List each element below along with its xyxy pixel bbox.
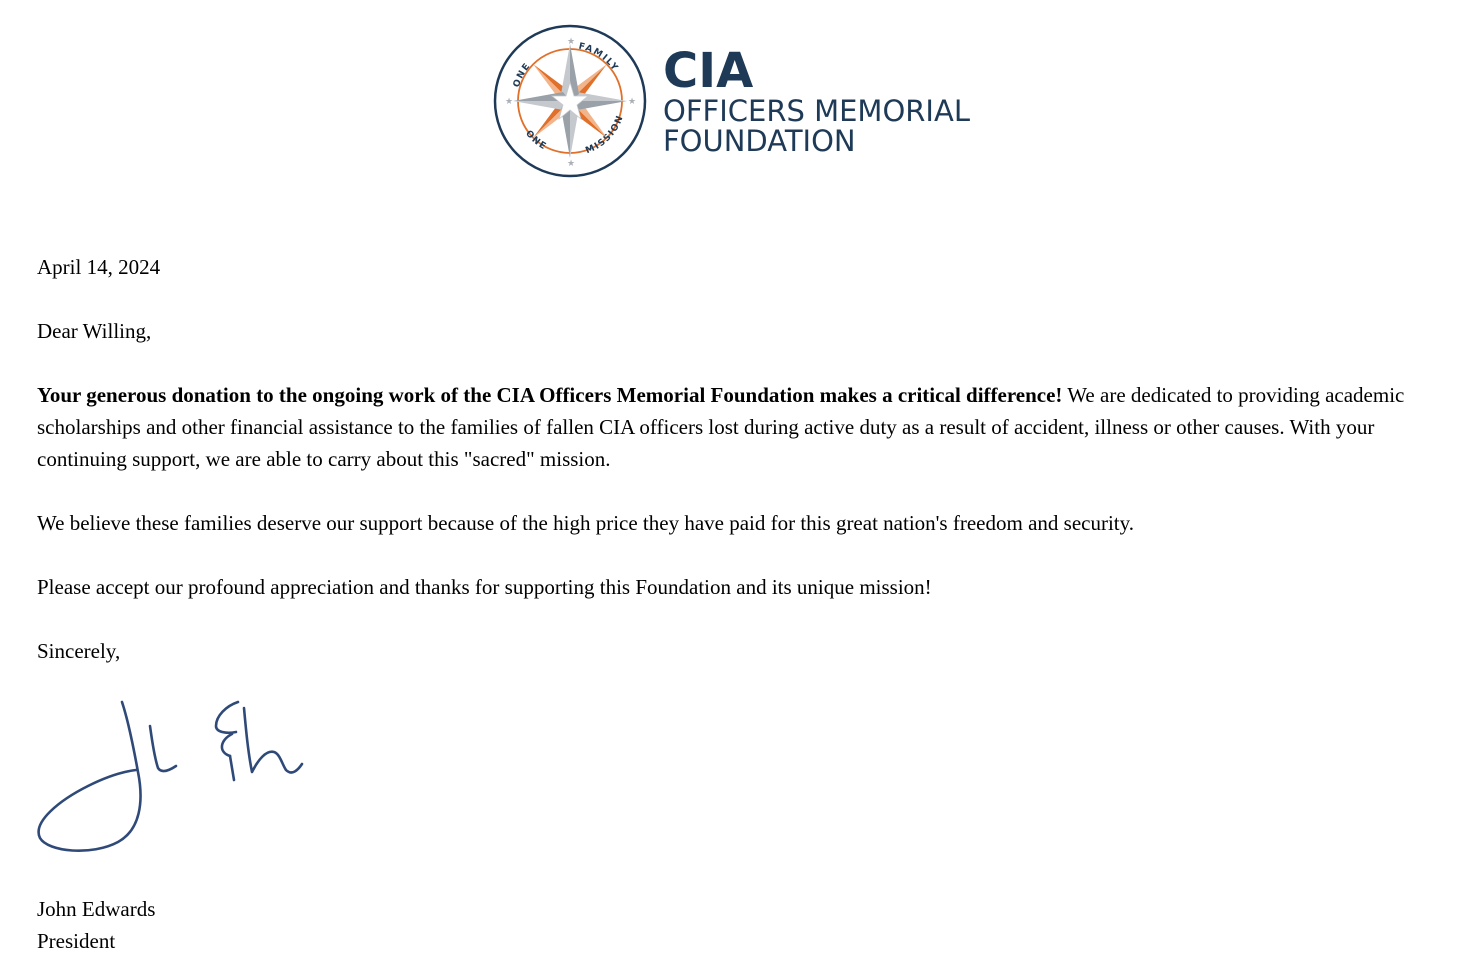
paragraph-donation-impact: Your generous donation to the ongoing wo… (37, 379, 1432, 475)
svg-text:★: ★ (567, 159, 575, 169)
signer-title: President (37, 929, 116, 953)
svg-text:★: ★ (567, 37, 575, 47)
paragraph-lead-sentence: Your generous donation to the ongoing wo… (37, 383, 1063, 407)
svg-text:★: ★ (505, 97, 513, 107)
organization-short-name: CIA (663, 43, 754, 99)
letter-closing: Sincerely, (37, 639, 121, 663)
salutation: Dear Willing, (37, 319, 152, 343)
paragraph-appreciation: Please accept our profound appreciation … (37, 575, 932, 599)
svg-text:FAMILY: FAMILY (578, 42, 621, 74)
foundation-seal-logo: ONE FAMILY ONE MISSION ★ ★ ★ ★ (493, 24, 647, 178)
svg-text:ONE: ONE (512, 61, 533, 89)
letterhead: ONE FAMILY ONE MISSION ★ ★ ★ ★ CIA OFFIC… (493, 24, 1013, 180)
letter-date: April 14, 2024 (37, 255, 161, 279)
handwritten-signature (37, 700, 304, 852)
organization-name-line-1: OFFICERS MEMORIAL (663, 94, 970, 128)
organization-name-line-2: FOUNDATION (663, 124, 856, 158)
signer-name: John Edwards (37, 897, 156, 921)
svg-text:ONE: ONE (523, 129, 548, 153)
organization-name: CIA OFFICERS MEMORIAL FOUNDATION (663, 46, 970, 156)
paragraph-families-support: We believe these families deserve our su… (37, 511, 1135, 535)
svg-text:★: ★ (628, 97, 636, 107)
